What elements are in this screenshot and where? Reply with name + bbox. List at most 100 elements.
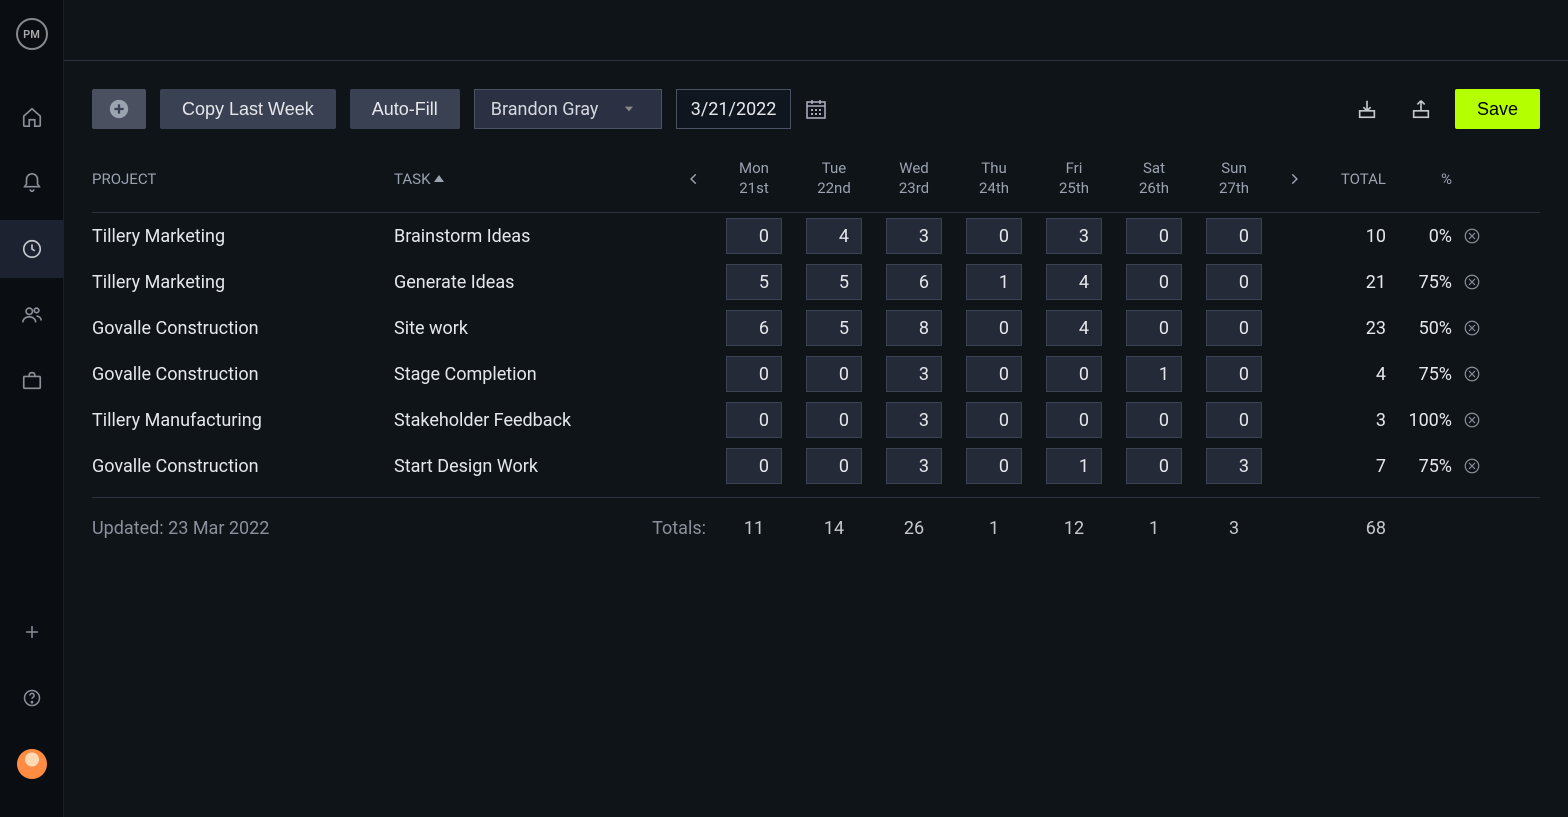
hour-input[interactable]: 8 <box>886 310 942 346</box>
save-button[interactable]: Save <box>1455 89 1540 129</box>
hour-input[interactable]: 5 <box>806 310 862 346</box>
download-icon <box>1356 98 1378 120</box>
hour-input[interactable]: 0 <box>726 356 782 392</box>
plus-icon <box>23 623 41 641</box>
hour-input[interactable]: 0 <box>966 218 1022 254</box>
hour-input[interactable]: 3 <box>1206 448 1262 484</box>
hour-input[interactable]: 0 <box>966 448 1022 484</box>
task-cell: Stage Completion <box>394 364 674 385</box>
column-total: 26 <box>874 518 954 539</box>
nav-timesheet[interactable] <box>0 220 64 278</box>
help-icon <box>22 688 42 708</box>
date-input[interactable]: 3/21/2022 <box>676 89 792 129</box>
project-cell: Tillery Marketing <box>92 226 394 247</box>
hour-input[interactable]: 0 <box>1126 402 1182 438</box>
close-circle-icon <box>1463 457 1481 475</box>
hour-input[interactable]: 4 <box>1046 264 1102 300</box>
hour-input[interactable]: 0 <box>726 402 782 438</box>
hour-input[interactable]: 0 <box>966 402 1022 438</box>
hour-input[interactable]: 0 <box>1046 356 1102 392</box>
hour-input[interactable]: 3 <box>886 448 942 484</box>
hour-input[interactable]: 0 <box>806 356 862 392</box>
calendar-button[interactable] <box>801 89 831 129</box>
project-cell: Tillery Marketing <box>92 272 394 293</box>
delete-row-button[interactable] <box>1452 273 1492 291</box>
download-button[interactable] <box>1347 89 1387 129</box>
hour-input[interactable]: 0 <box>1126 310 1182 346</box>
hour-input[interactable]: 0 <box>1206 310 1262 346</box>
hour-input[interactable]: 0 <box>726 448 782 484</box>
row-pct: 100% <box>1392 410 1452 431</box>
close-circle-icon <box>1463 273 1481 291</box>
hour-input[interactable]: 1 <box>966 264 1022 300</box>
hour-input[interactable]: 0 <box>806 402 862 438</box>
hour-input[interactable]: 3 <box>1046 218 1102 254</box>
delete-row-button[interactable] <box>1452 319 1492 337</box>
add-row-button[interactable] <box>92 89 146 129</box>
hour-input[interactable]: 0 <box>1206 218 1262 254</box>
row-pct: 75% <box>1392 456 1452 477</box>
header-task[interactable]: TASK <box>394 170 674 188</box>
hour-input[interactable]: 6 <box>726 310 782 346</box>
hour-input[interactable]: 0 <box>806 448 862 484</box>
sort-asc-icon <box>434 175 444 182</box>
table-row: Tillery MarketingBrainstorm Ideas0430300… <box>92 213 1540 259</box>
hour-input[interactable]: 0 <box>966 310 1022 346</box>
table-row: Tillery ManufacturingStakeholder Feedbac… <box>92 397 1540 443</box>
clock-icon <box>21 238 43 260</box>
table-row: Tillery MarketingGenerate Ideas556140021… <box>92 259 1540 305</box>
hour-input[interactable]: 1 <box>1046 448 1102 484</box>
hour-input[interactable]: 5 <box>806 264 862 300</box>
bell-icon <box>21 172 43 194</box>
hour-input[interactable]: 0 <box>1206 356 1262 392</box>
prev-week-button[interactable] <box>674 169 714 189</box>
user-select[interactable]: Brandon Gray <box>474 89 662 129</box>
header-project[interactable]: PROJECT <box>92 170 394 188</box>
column-total: 12 <box>1034 518 1114 539</box>
row-total: 10 <box>1314 226 1392 247</box>
hour-input[interactable]: 0 <box>1126 264 1182 300</box>
hour-input[interactable]: 1 <box>1126 356 1182 392</box>
hour-input[interactable]: 3 <box>886 356 942 392</box>
auto-fill-button[interactable]: Auto-Fill <box>350 89 460 129</box>
nav-notifications[interactable] <box>0 154 64 212</box>
share-button[interactable] <box>1401 89 1441 129</box>
chevron-right-icon <box>1287 169 1301 189</box>
calendar-icon <box>804 97 828 121</box>
hour-input[interactable]: 0 <box>1126 448 1182 484</box>
copy-last-week-button[interactable]: Copy Last Week <box>160 89 336 129</box>
row-total: 3 <box>1314 410 1392 431</box>
close-circle-icon <box>1463 411 1481 429</box>
hour-input[interactable]: 0 <box>1206 264 1262 300</box>
delete-row-button[interactable] <box>1452 227 1492 245</box>
grand-total: 68 <box>1274 518 1392 539</box>
nav-help[interactable] <box>0 669 64 727</box>
delete-row-button[interactable] <box>1452 457 1492 475</box>
avatar <box>17 749 47 779</box>
nav-team[interactable] <box>0 286 64 344</box>
header-total: TOTAL <box>1314 170 1392 188</box>
nav-add[interactable] <box>0 603 64 661</box>
delete-row-button[interactable] <box>1452 365 1492 383</box>
hour-input[interactable]: 6 <box>886 264 942 300</box>
hour-input[interactable]: 0 <box>966 356 1022 392</box>
project-cell: Tillery Manufacturing <box>92 410 394 431</box>
next-week-button[interactable] <box>1274 169 1314 189</box>
hour-input[interactable]: 0 <box>1046 402 1102 438</box>
hour-input[interactable]: 3 <box>886 218 942 254</box>
nav-home[interactable] <box>0 88 64 146</box>
hour-input[interactable]: 0 <box>1206 402 1262 438</box>
hour-input[interactable]: 0 <box>1126 218 1182 254</box>
hour-input[interactable]: 3 <box>886 402 942 438</box>
nav-profile[interactable] <box>0 735 64 793</box>
hour-input[interactable]: 4 <box>1046 310 1102 346</box>
project-cell: Govalle Construction <box>92 456 394 477</box>
hour-input[interactable]: 0 <box>726 218 782 254</box>
project-cell: Govalle Construction <box>92 318 394 339</box>
delete-row-button[interactable] <box>1452 411 1492 429</box>
hour-input[interactable]: 5 <box>726 264 782 300</box>
task-cell: Brainstorm Ideas <box>394 226 674 247</box>
nav-portfolio[interactable] <box>0 352 64 410</box>
hour-input[interactable]: 4 <box>806 218 862 254</box>
close-circle-icon <box>1463 365 1481 383</box>
